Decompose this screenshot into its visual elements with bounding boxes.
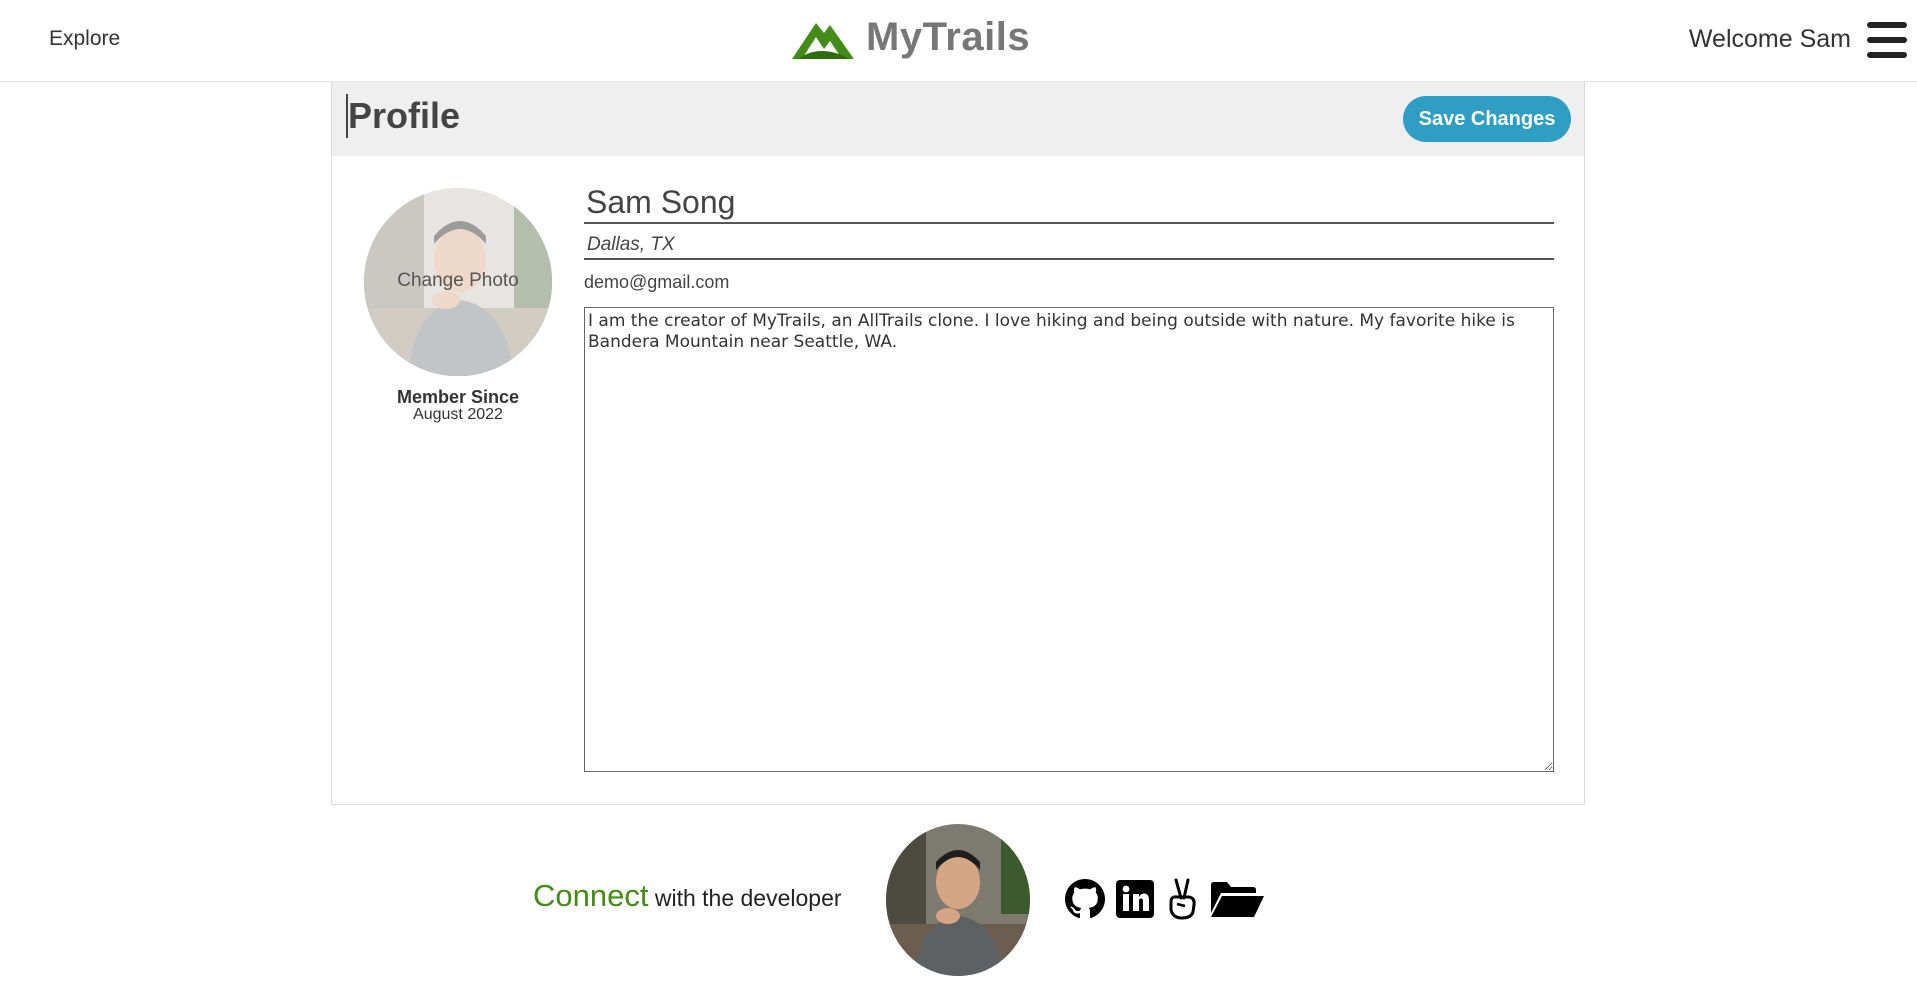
save-changes-button[interactable]: Save Changes [1403,96,1571,142]
github-icon[interactable] [1065,879,1105,919]
bio-textarea[interactable]: I am the creator of MyTrails, an AllTrai… [584,307,1554,772]
change-photo-label: Change Photo [397,270,519,291]
profile-header: Profile Save Changes [332,82,1584,156]
linkedin-icon[interactable] [1115,879,1155,919]
member-since-date: August 2022 [413,406,503,423]
connect-rest: with the developer [654,885,842,911]
developer-photo [886,824,1030,976]
explore-link[interactable]: Explore [49,27,120,51]
name-field[interactable] [584,182,1554,224]
developer-avatar [886,824,1030,976]
top-navbar: Explore MyTrails Welcome Sam [0,0,1917,82]
mountain-logo-icon [792,23,854,59]
profile-card: Profile Save Changes Change Photo Member… [331,82,1585,805]
page-title: Profile [346,94,461,138]
avatar-change-photo[interactable]: Change Photo [364,188,552,376]
connect-text: Connect with the developer [533,878,842,914]
footer: Connect with the developer [0,820,1917,991]
connect-word: Connect [533,878,649,913]
brand-logo[interactable]: MyTrails [790,12,1030,62]
email-text: demo@gmail.com [584,272,730,292]
social-links [1065,878,1265,920]
brand-name: MyTrails [866,14,1031,59]
location-field[interactable] [584,232,1554,260]
folder-open-icon[interactable] [1209,879,1265,919]
welcome-user[interactable]: Welcome Sam [1689,25,1851,54]
menu-icon[interactable] [1867,22,1907,58]
angellist-icon[interactable] [1165,878,1199,920]
member-since-label: Member Since [396,387,520,407]
